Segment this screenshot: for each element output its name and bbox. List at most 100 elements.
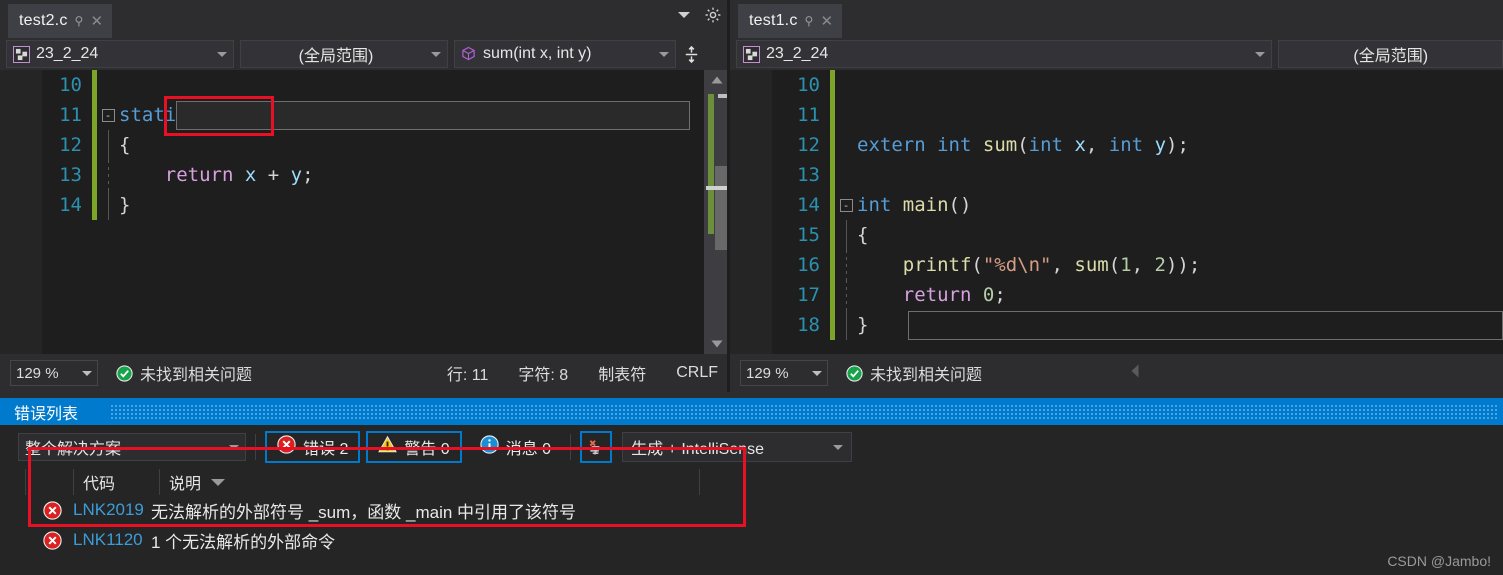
errors-toggle-button[interactable]: 错误 2: [265, 431, 361, 463]
code-line[interactable]: 14}: [0, 190, 730, 220]
scope-dropdown-right[interactable]: (全局范围): [1278, 40, 1503, 68]
code-area-right[interactable]: 10 11 12 extern int sum(int x, int y); 13 14 -…: [730, 70, 1503, 354]
scope-filter-dropdown[interactable]: 整个解决方案: [18, 433, 246, 461]
errors-count-label: 错误 2: [303, 441, 349, 458]
tabstrip-right: test1.c ⚲ ✕: [730, 0, 1503, 38]
chevron-down-icon[interactable]: [217, 51, 227, 57]
chevron-down-icon[interactable]: [82, 370, 92, 376]
warnings-count-label: 警告 0: [404, 441, 450, 458]
code-line[interactable]: 17 return 0;: [730, 280, 1503, 310]
code-area-left[interactable]: 10 11 - static int sum(int x, int y) 12 {13 r…: [0, 70, 730, 354]
code-line[interactable]: 13: [730, 160, 1503, 190]
change-bar: [830, 130, 835, 160]
fold-spacer: [835, 220, 857, 250]
fold-collapse-icon[interactable]: -: [835, 198, 857, 212]
line-number: 18: [797, 314, 820, 336]
build-filter-dropdown[interactable]: 生成 + IntelliSense: [622, 432, 853, 462]
code-line[interactable]: 12 {: [0, 130, 730, 160]
fold-spacer: [97, 160, 119, 190]
tab-test1-c[interactable]: test1.c ⚲ ✕: [738, 4, 843, 38]
issues-status-right[interactable]: 未找到相关问题: [846, 361, 982, 385]
scope-label: (全局范围): [298, 48, 374, 65]
table-row[interactable]: LNK1120 1 个无法解析的外部命令: [0, 525, 1503, 555]
code-line[interactable]: 13 return x + y;: [0, 160, 730, 190]
col-header-blank-2[interactable]: [26, 469, 74, 495]
error-code-link[interactable]: LNK2019: [73, 500, 151, 520]
error-list-column-headers: 代码 说明: [0, 469, 1503, 495]
code-text: {: [119, 134, 131, 156]
code-line[interactable]: 10: [0, 70, 730, 100]
zoom-level-label: 129 %: [16, 364, 59, 382]
code-line[interactable]: 11: [730, 100, 1503, 130]
line-number: 17: [797, 284, 820, 306]
error-list-rows: LNK2019 无法解析的外部符号 _sum，函数 _main 中引用了该符号 LN…: [0, 495, 1503, 555]
project-dropdown-left[interactable]: 23_2_24: [6, 40, 234, 68]
tabstrip-actions-left: [678, 6, 722, 24]
chevron-down-icon[interactable]: [659, 51, 669, 57]
zoom-level-label: 129 %: [746, 364, 789, 382]
chevron-down-icon[interactable]: [229, 444, 239, 450]
gear-icon[interactable]: [704, 6, 722, 24]
code-line[interactable]: 18}: [730, 310, 1503, 340]
editor-status-bar-right: 129 % 未找到相关问题: [730, 354, 1503, 392]
error-code-link[interactable]: LNK1120: [73, 530, 151, 550]
issues-status-left[interactable]: 未找到相关问题: [116, 361, 252, 385]
zoom-level-dropdown-left[interactable]: 129 %: [10, 360, 98, 386]
eol-indicator[interactable]: CRLF: [676, 364, 718, 382]
pin-icon[interactable]: ⚲: [75, 15, 84, 27]
chevron-down-icon[interactable]: [812, 370, 822, 376]
zoom-level-dropdown-right[interactable]: 129 %: [740, 360, 828, 386]
chevron-down-icon[interactable]: [833, 444, 844, 450]
scope-dropdown-left[interactable]: (全局范围): [240, 40, 448, 68]
watermark-label: CSDN @Jambo!: [1387, 553, 1491, 569]
code-line[interactable]: 14 - int main(): [730, 190, 1503, 220]
fold-spacer: [97, 190, 119, 220]
line-number: 10: [797, 74, 820, 96]
line-indicator: 行: 11: [446, 367, 489, 384]
messages-count-label: 消息 0: [505, 441, 552, 458]
checkmark-ok-icon: [116, 364, 133, 382]
pin-icon[interactable]: ⚲: [805, 15, 814, 27]
code-text: printf("%d\n", sum(1, 2));: [902, 254, 1201, 276]
tabs-indicator[interactable]: 制表符: [598, 361, 646, 385]
code-line[interactable]: 12 extern int sum(int x, int y);: [730, 130, 1503, 160]
project-dropdown-right[interactable]: 23_2_24: [736, 40, 1273, 68]
table-row[interactable]: LNK2019 无法解析的外部符号 _sum，函数 _main 中引用了该符号: [0, 495, 1503, 525]
split-view-icon[interactable]: [678, 40, 704, 68]
code-line[interactable]: 16 printf("%d\n", sum(1, 2));: [730, 250, 1503, 280]
chevron-down-icon[interactable]: [678, 12, 690, 18]
error-icon: [277, 435, 296, 459]
col-header-description-label: 说明: [169, 476, 202, 493]
code-text: static int sum(int x, int y): [119, 104, 440, 126]
chevron-down-icon[interactable]: [431, 51, 441, 57]
messages-toggle-button[interactable]: 消息 0: [470, 431, 561, 463]
member-dropdown-left[interactable]: sum(int x, int y): [454, 40, 676, 68]
code-text: int main(): [857, 194, 972, 216]
change-bar: [830, 100, 835, 130]
line-number: 11: [59, 104, 82, 126]
line-number: 15: [797, 224, 820, 246]
toolbar-separator: [570, 434, 572, 460]
code-line[interactable]: 15 {: [730, 220, 1503, 250]
scroll-left-arrow-icon[interactable]: [1130, 363, 1140, 384]
clear-filter-button[interactable]: [580, 431, 613, 463]
project-icon: [743, 45, 760, 63]
col-header-blank-1[interactable]: [0, 469, 26, 495]
code-line[interactable]: 11 - static int sum(int x, int y): [0, 100, 730, 130]
scope-label: (全局范围): [1353, 48, 1429, 65]
col-header-description[interactable]: 说明: [160, 469, 700, 495]
tab-label: test2.c: [19, 12, 68, 29]
warnings-toggle-button[interactable]: 警告 0: [366, 431, 462, 463]
char-indicator: 字符: 8: [518, 367, 569, 384]
code-text: return 0;: [902, 284, 1006, 306]
fold-collapse-icon[interactable]: -: [97, 108, 119, 122]
navbar-right: 23_2_24 (全局范围): [730, 38, 1503, 70]
close-icon[interactable]: ✕: [821, 14, 834, 29]
code-line[interactable]: 10: [730, 70, 1503, 100]
col-header-code[interactable]: 代码: [74, 469, 160, 495]
tab-test2-c[interactable]: test2.c ⚲ ✕: [8, 4, 113, 38]
close-icon[interactable]: ✕: [91, 14, 104, 29]
chevron-down-icon[interactable]: [1255, 51, 1266, 57]
line-number: 13: [59, 164, 82, 186]
error-list-titlebar[interactable]: 错误列表: [0, 398, 1503, 425]
